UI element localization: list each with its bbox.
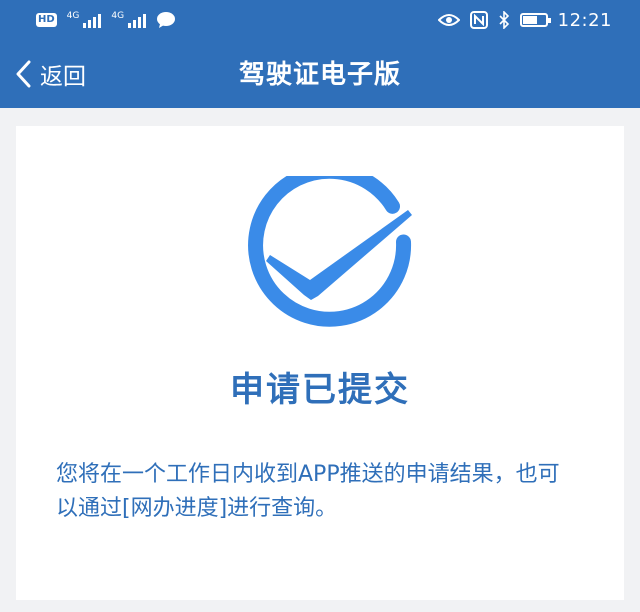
signal-icon: 4G: [111, 11, 147, 28]
battery-icon: [519, 13, 551, 27]
result-card: 申请已提交 您将在一个工作日内收到APP推送的申请结果，也可以通过[网办进度]进…: [16, 126, 624, 600]
page-title: 驾驶证电子版: [238, 60, 401, 90]
status-bar-right: 12:21: [437, 9, 612, 31]
signal-icon: 4G: [67, 12, 102, 28]
bluetooth-icon: [499, 11, 509, 29]
result-description: 您将在一个工作日内收到APP推送的申请结果，也可以通过[网办进度]进行查询。: [56, 462, 560, 521]
navigation-bar: 返回 驾驶证电子版: [0, 40, 640, 108]
nfc-icon: [469, 11, 488, 29]
hd-icon: HD: [36, 13, 57, 27]
check-circle-icon: [248, 176, 412, 327]
network-tag: 4G: [66, 11, 80, 21]
status-time: 12:21: [557, 9, 612, 31]
status-bar-left: HD 4G 4G: [36, 11, 176, 29]
message-icon: [157, 12, 176, 28]
eye-icon: [437, 14, 460, 26]
status-bar: HD 4G 4G 12:21: [0, 0, 640, 40]
result-title: 申请已提交: [230, 370, 410, 410]
app-header: HD 4G 4G 12:21 返回 驾驶证电子版: [0, 0, 640, 108]
network-tag: 4G: [111, 11, 125, 21]
